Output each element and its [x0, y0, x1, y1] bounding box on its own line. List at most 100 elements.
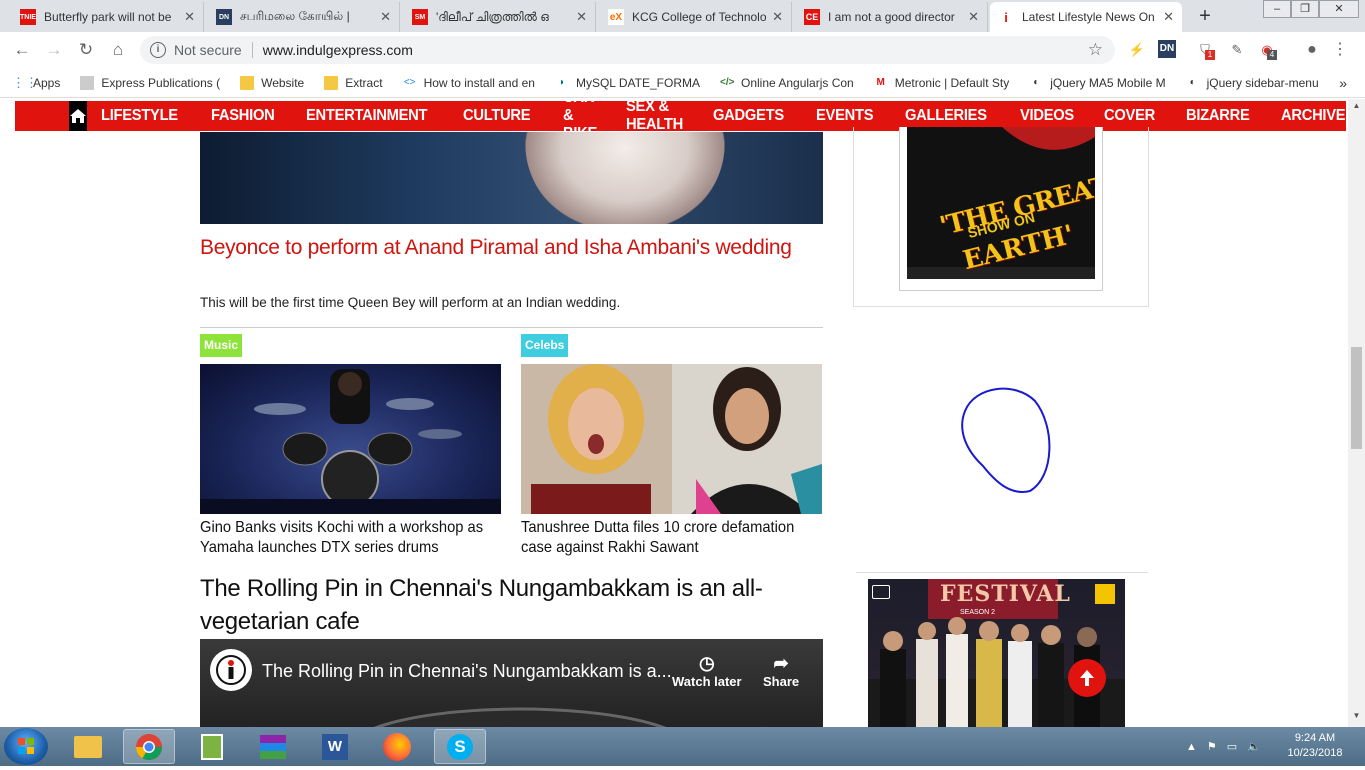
- bookmark-label: jQuery MA5 Mobile M: [1050, 75, 1166, 90]
- close-icon[interactable]: ✕: [1163, 9, 1174, 25]
- network-icon[interactable]: ▭: [1227, 740, 1237, 753]
- lightning-extension-icon[interactable]: ⚡: [1127, 40, 1147, 60]
- bookmarks-overflow-icon[interactable]: »: [1339, 75, 1347, 91]
- nav-fashion[interactable]: FASHION: [211, 107, 275, 125]
- bookmark-item[interactable]: </> Online Angularjs Con: [720, 76, 854, 90]
- nav-galleries[interactable]: GALLERIES: [905, 107, 987, 125]
- start-button[interactable]: [4, 728, 48, 765]
- close-window-icon[interactable]: ✕: [1319, 0, 1359, 18]
- category-badge[interactable]: Celebs: [521, 334, 569, 357]
- word-taskbar-icon[interactable]: W: [309, 729, 361, 764]
- jquery-icon: ◐: [1189, 76, 1196, 88]
- scroll-down-arrow-icon[interactable]: ▼: [1348, 711, 1365, 723]
- event-gallery-image[interactable]: FESTIVAL SEASON 2: [868, 579, 1125, 727]
- bookmark-item[interactable]: ◗ MySQL DATE_FORMA: [555, 76, 700, 90]
- restore-icon[interactable]: ❐: [1291, 0, 1319, 18]
- back-icon[interactable]: ←: [12, 40, 32, 60]
- bookmark-item[interactable]: M Metronic | Default Sty: [874, 76, 1010, 90]
- card-title[interactable]: Tanushree Dutta files 10 crore defamatio…: [521, 518, 825, 558]
- bookmark-label: Website: [261, 75, 305, 90]
- editor-taskbar-icon[interactable]: [186, 729, 238, 764]
- menu-icon[interactable]: ⋮: [1330, 40, 1350, 60]
- celebs-image[interactable]: [521, 364, 822, 514]
- nav-videos[interactable]: VIDEOS: [1020, 107, 1074, 125]
- favicon-icon: DN: [216, 9, 232, 25]
- skype-taskbar-icon[interactable]: S: [434, 729, 486, 764]
- event-banner-text: FESTIVAL: [940, 581, 1071, 607]
- profile-icon[interactable]: ●: [1302, 40, 1322, 60]
- address-bar[interactable]: i Not secure www.indulgexpress.com ☆: [140, 36, 1115, 64]
- bookmark-folder[interactable]: Extract: [324, 75, 383, 90]
- info-icon[interactable]: i: [150, 42, 166, 58]
- nav-sex-health[interactable]: SEX & HEALTH: [626, 99, 683, 134]
- chrome-taskbar-icon[interactable]: [123, 729, 175, 764]
- taskbar-clock[interactable]: 9:24 AM 10/23/2018: [1280, 731, 1350, 761]
- bookmark-star-icon[interactable]: ☆: [1088, 40, 1103, 60]
- winrar-taskbar-icon[interactable]: [247, 729, 299, 764]
- action-center-icon[interactable]: ⚑: [1207, 740, 1217, 753]
- bookmark-apps[interactable]: ⋮⋮ Apps: [12, 76, 60, 90]
- hand-drawn-circle: [961, 387, 1051, 493]
- browser-tab-active[interactable]: i Latest Lifestyle News On ✕: [990, 2, 1182, 32]
- lead-headline[interactable]: Beyonce to perform at Anand Piramal and …: [200, 235, 823, 261]
- url-text[interactable]: www.indulgexpress.com: [263, 42, 413, 58]
- bookmark-folder[interactable]: Website: [240, 75, 305, 90]
- home-icon[interactable]: ⌂: [108, 40, 128, 60]
- explorer-taskbar-icon[interactable]: [62, 729, 114, 764]
- bookmark-item[interactable]: ◐ jQuery sidebar-menu: [1186, 76, 1319, 90]
- nav-lifestyle[interactable]: LIFESTYLE: [101, 107, 178, 125]
- feature-title[interactable]: The Rolling Pin in Chennai's Nungambakka…: [200, 572, 823, 638]
- close-icon[interactable]: ✕: [576, 9, 587, 25]
- nav-culture[interactable]: CULTURE: [463, 107, 531, 125]
- lead-summary: This will be the first time Queen Bey wi…: [200, 295, 621, 310]
- video-title[interactable]: The Rolling Pin in Chennai's Nungambakka…: [262, 661, 672, 682]
- card-title[interactable]: Gino Banks visits Kochi with a workshop …: [200, 518, 504, 558]
- cover-poster[interactable]: 'THE GREATEST SHOW ON EARTH': [899, 127, 1103, 291]
- new-tab-button[interactable]: +: [1192, 4, 1218, 28]
- scrollbar-thumb[interactable]: [1351, 347, 1362, 449]
- drummer-image[interactable]: [200, 364, 501, 514]
- watch-later-button[interactable]: ◷ Watch later: [672, 653, 742, 689]
- bookmark-item[interactable]: <> How to install and en: [403, 76, 535, 90]
- opera-extension-icon[interactable]: ◉4: [1257, 40, 1277, 60]
- share-button[interactable]: ➦ Share: [763, 653, 799, 689]
- firefox-taskbar-icon[interactable]: [371, 729, 423, 764]
- close-icon[interactable]: ✕: [380, 9, 391, 25]
- volume-icon[interactable]: 🔈: [1247, 740, 1261, 753]
- nav-bizarre[interactable]: BIZARRE: [1186, 107, 1250, 125]
- watch-later-label: Watch later: [672, 674, 742, 689]
- nav-entertainment[interactable]: ENTERTAINMENT: [306, 107, 428, 125]
- tray-expand-icon[interactable]: ▲: [1186, 741, 1197, 753]
- nav-cover[interactable]: COVER: [1104, 107, 1155, 125]
- browser-tab[interactable]: TNIE Butterfly park will not be ✕: [12, 2, 204, 32]
- tab-title: சபரிமலை கோயில் |: [240, 9, 350, 23]
- bookmark-item[interactable]: ◐ jQuery MA5 Mobile M: [1029, 76, 1165, 90]
- close-icon[interactable]: ✕: [772, 9, 783, 25]
- lead-story-image[interactable]: [200, 132, 823, 224]
- bookmark-item[interactable]: Express Publications (: [80, 75, 220, 90]
- nav-archives[interactable]: ARCHIVES: [1281, 107, 1348, 125]
- browser-tab[interactable]: CE I am not a good director ✕: [796, 2, 988, 32]
- reload-icon[interactable]: ↻: [76, 40, 96, 60]
- minimize-icon[interactable]: –: [1263, 0, 1291, 18]
- favicon-icon: TNIE: [20, 9, 36, 25]
- shield-extension-icon[interactable]: ⛉1: [1195, 40, 1215, 60]
- scroll-to-top-button[interactable]: [1068, 659, 1106, 697]
- channel-logo-icon[interactable]: [210, 649, 252, 691]
- browser-tab[interactable]: DN சபரிமலை கோயில் | ✕: [208, 2, 400, 32]
- dn-extension-icon[interactable]: DN: [1158, 40, 1176, 58]
- nav-gadgets[interactable]: GADGETS: [713, 107, 784, 125]
- browser-tab[interactable]: SM 'ദിലീപ് ചിത്രത്തിൽ ഒ ✕: [404, 2, 596, 32]
- close-icon[interactable]: ✕: [184, 9, 195, 25]
- home-nav-icon[interactable]: [69, 101, 87, 131]
- category-badge[interactable]: Music: [200, 334, 243, 357]
- eyedropper-extension-icon[interactable]: ✎: [1227, 40, 1247, 60]
- close-icon[interactable]: ✕: [968, 9, 979, 25]
- page-scrollbar[interactable]: ▲ ▼: [1348, 99, 1365, 727]
- forward-icon[interactable]: →: [44, 40, 64, 60]
- page-icon: [80, 75, 95, 90]
- nav-events[interactable]: EVENTS: [816, 107, 874, 125]
- scroll-up-arrow-icon[interactable]: ▲: [1348, 101, 1365, 113]
- browser-tab[interactable]: eX KCG College of Technolo ✕: [600, 2, 792, 32]
- video-player[interactable]: The Rolling Pin in Chennai's Nungambakka…: [200, 639, 823, 727]
